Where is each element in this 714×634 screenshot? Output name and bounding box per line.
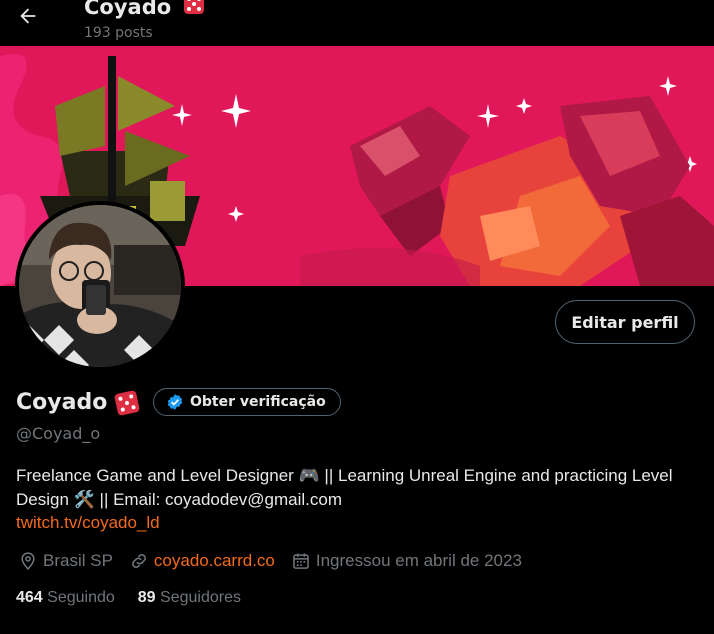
join-date-text: Ingressou em abril de 2023 bbox=[315, 551, 522, 570]
avatar-photo bbox=[19, 205, 181, 367]
post-count: 193 posts bbox=[84, 25, 153, 41]
header-title: Coyado bbox=[84, 0, 206, 19]
calendar-icon bbox=[293, 553, 309, 569]
location: Brasil SP bbox=[18, 551, 113, 571]
bio-line: Design 🛠️ || Email: coyadodev@gmail.com bbox=[16, 490, 342, 509]
followers-count: 89 bbox=[137, 589, 156, 606]
dice-icon bbox=[184, 0, 205, 14]
get-verified-button[interactable]: Obter verificação bbox=[153, 388, 341, 416]
following-count: 464 bbox=[16, 589, 43, 606]
following-label: Seguindo bbox=[47, 589, 115, 606]
verified-badge-icon bbox=[167, 394, 183, 410]
following-link[interactable]: 464 Seguindo bbox=[16, 589, 115, 607]
bio: Freelance Game and Level Designer 🎮 || L… bbox=[16, 464, 706, 512]
top-bar: Coyado 193 posts bbox=[0, 0, 714, 46]
location-text: Brasil SP bbox=[43, 551, 113, 570]
website[interactable]: coyado.carrd.co bbox=[129, 551, 275, 571]
bio-line: Freelance Game and Level Designer 🎮 || L… bbox=[16, 466, 673, 485]
profile-meta: Brasil SP coyado.carrd.co Ingressou em a… bbox=[18, 549, 538, 573]
followers-label: Seguidores bbox=[160, 589, 241, 606]
join-date: Ingressou em abril de 2023 bbox=[291, 551, 522, 571]
back-button[interactable] bbox=[12, 2, 44, 30]
location-pin-icon bbox=[21, 552, 35, 570]
website-link[interactable]: coyado.carrd.co bbox=[154, 551, 275, 571]
follow-stats: 464 Seguindo 89 Seguidores bbox=[16, 589, 264, 607]
followers-link[interactable]: 89 Seguidores bbox=[138, 589, 241, 607]
avatar[interactable] bbox=[15, 201, 185, 371]
bio-twitch-link[interactable]: twitch.tv/coyado_ld bbox=[16, 513, 160, 533]
display-name: Coyado bbox=[16, 390, 108, 415]
edit-profile-button[interactable]: Editar perfil bbox=[555, 300, 695, 344]
link-icon bbox=[132, 554, 146, 568]
verify-label: Obter verificação bbox=[190, 394, 326, 410]
dice-icon bbox=[114, 390, 140, 416]
username-handle: @Coyad_o bbox=[16, 424, 101, 443]
back-arrow-icon bbox=[20, 8, 36, 24]
